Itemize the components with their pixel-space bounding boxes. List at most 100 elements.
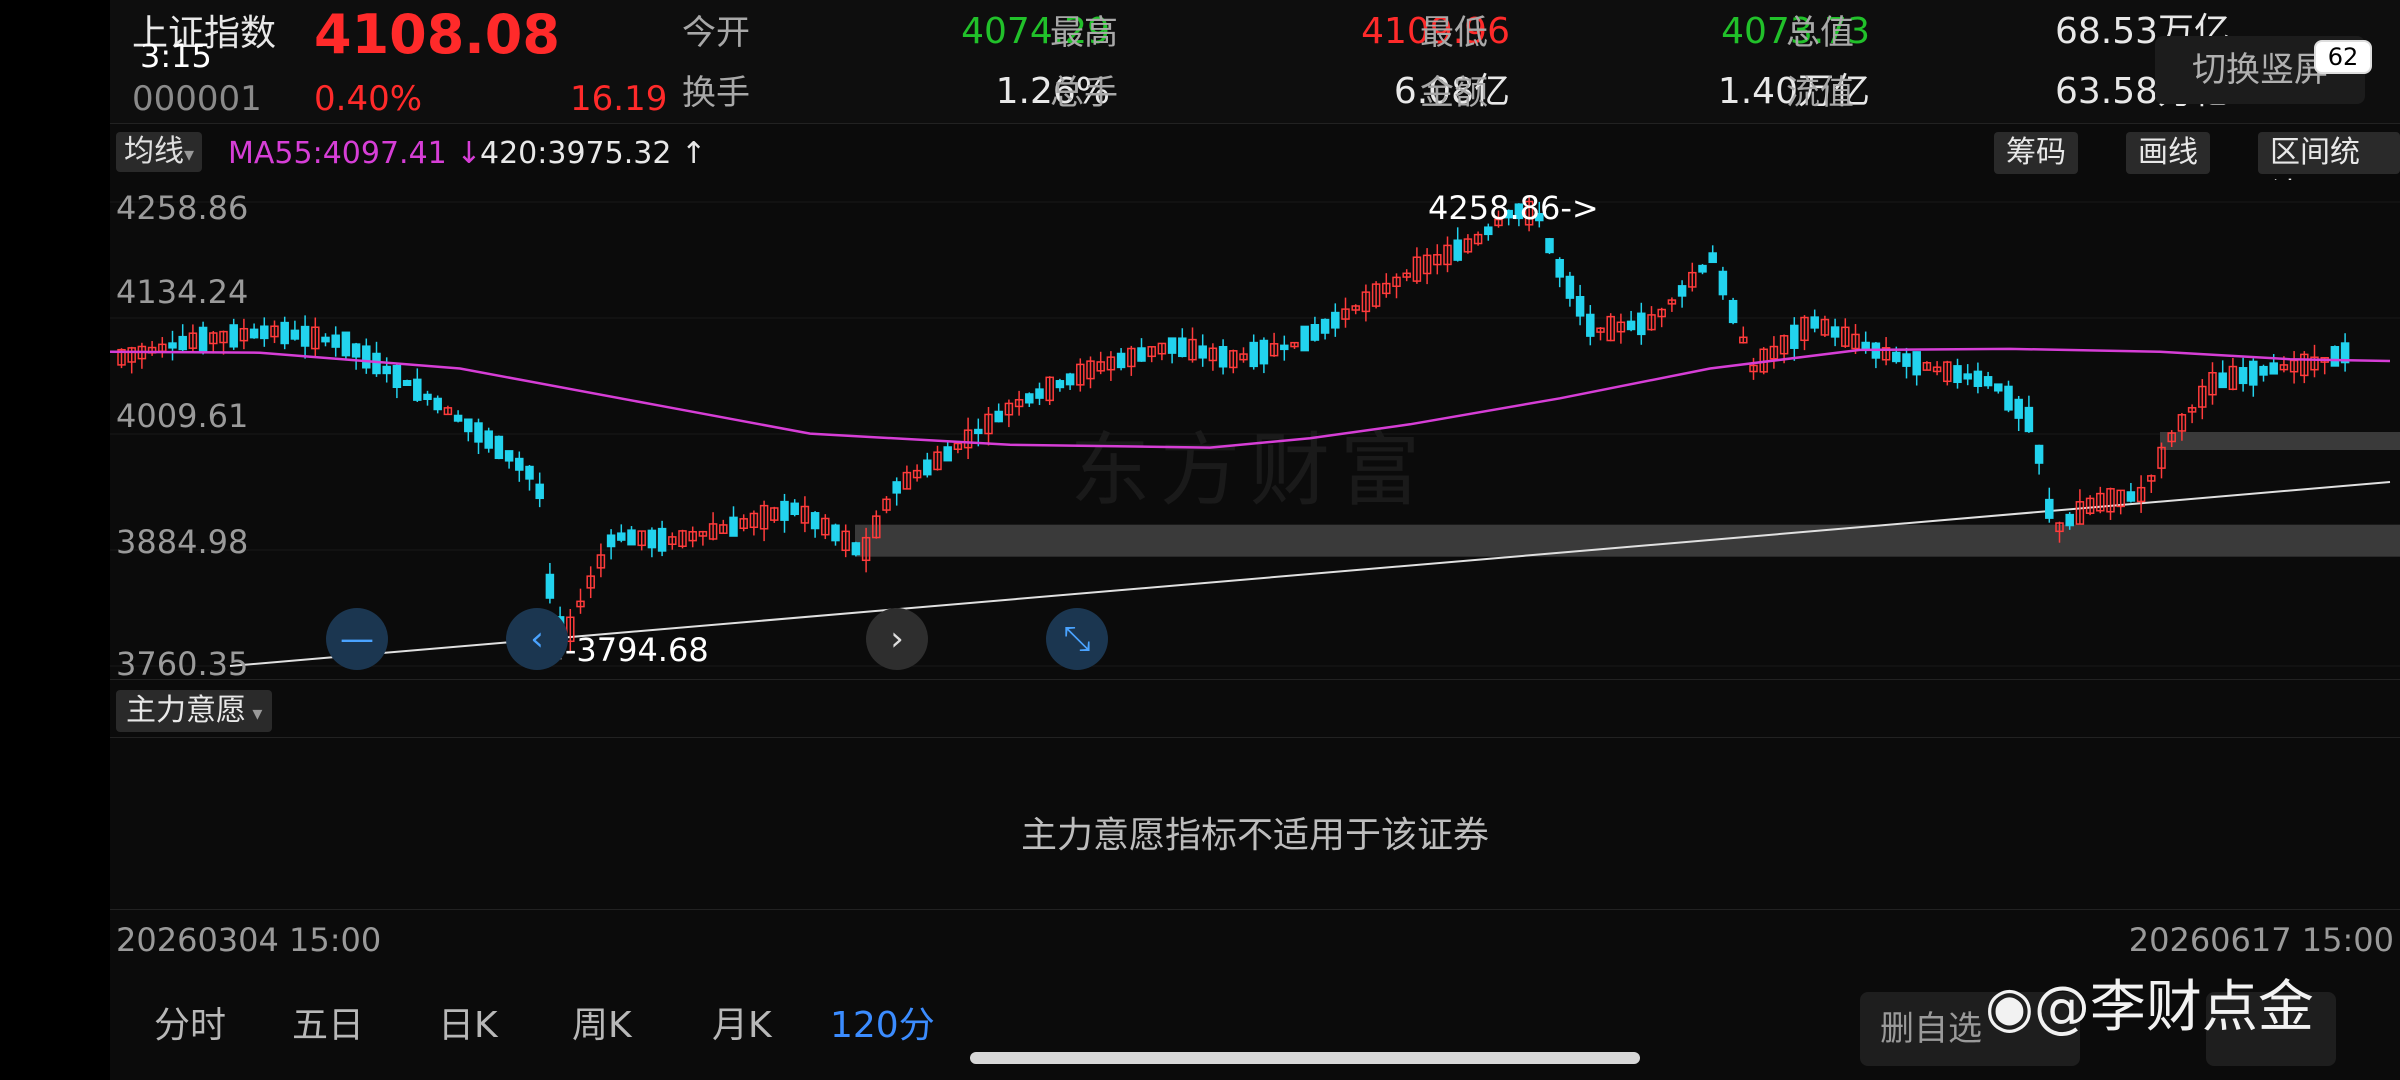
candle-down (1728, 299, 1738, 324)
y-tick-label: 4258.86 (116, 189, 249, 227)
quote-header: 上证指数 4108.08 000001 0.40% 16.19 今开 4074.… (110, 0, 2400, 124)
candle-down (1902, 353, 1911, 367)
candle-down (923, 459, 932, 476)
ma420-arrow-icon: ↑ (680, 136, 707, 171)
candle-down (2034, 444, 2044, 464)
candle-down (1953, 365, 1962, 384)
candle-down (1249, 341, 1258, 368)
candle-down (504, 450, 514, 462)
candle-down (1055, 380, 1065, 389)
candle-down (515, 457, 524, 471)
candle-down (974, 428, 983, 435)
candle-down (1300, 325, 1309, 352)
candle-down (280, 321, 289, 345)
candle-down (525, 465, 534, 480)
candle-down (1310, 324, 1320, 341)
app-root: 上证指数 4108.08 000001 0.40% 16.19 今开 4074.… (0, 0, 2400, 1080)
tab-intraday[interactable]: 分时 (154, 1008, 226, 1044)
candle-down (2218, 372, 2227, 389)
candle-down (1626, 320, 1636, 331)
candle-down (1218, 345, 1228, 368)
indicator-panel: 主力意愿指标不适用于该证券 (110, 738, 2400, 910)
candle-down (1698, 264, 1707, 273)
kline-chart[interactable]: 东方财富 4258.86 4134.24 4009.61 3884.98 376… (110, 180, 2400, 680)
candle-down (1555, 259, 1564, 278)
start-date: 20260304 15:00 (116, 921, 382, 959)
tab-daily[interactable]: 日K (438, 1008, 498, 1044)
candle-down (729, 516, 738, 537)
y-tick-label: 3760.35 (116, 645, 249, 683)
candle-down (790, 502, 799, 516)
candle-down (1280, 344, 1289, 351)
stock-change-percent: 0.40% (314, 79, 423, 119)
kline-screen: 上证指数 4108.08 000001 0.40% 16.19 今开 4074.… (110, 0, 2400, 1080)
candle-down (1035, 388, 1044, 399)
candle-down (1718, 270, 1728, 296)
tab-weekly[interactable]: 周K (572, 1008, 632, 1044)
range-stats-button[interactable]: 区间统计 (2258, 132, 2400, 212)
ma-selector[interactable]: 均线▾ (116, 132, 203, 172)
candle-down (433, 397, 442, 411)
candle-down (627, 529, 636, 546)
candle-down (2014, 398, 2023, 419)
ma-selector-label: 均线 (124, 134, 184, 169)
candle-down (249, 328, 259, 339)
candle-down (2004, 385, 2013, 411)
draw-line-button[interactable]: 画线 (2126, 132, 2210, 174)
candle-down (1790, 324, 1799, 349)
tab-five-day[interactable]: 五日 (292, 1008, 364, 1044)
candle-down (535, 483, 544, 500)
candle-down (1545, 238, 1554, 254)
high-annotation: 4258.86-> (1428, 189, 1599, 227)
float-cap-label: 流值 (1786, 73, 1854, 113)
candle-down (290, 329, 300, 340)
candle-down (1912, 351, 1921, 376)
candle-down (362, 345, 371, 369)
candle-down (1810, 316, 1819, 329)
candle-down (1453, 239, 1462, 261)
kline-svg[interactable] (110, 180, 2400, 680)
candle-down (780, 500, 789, 521)
weibo-user: @李财点金 (2033, 975, 2314, 1040)
candle-down (474, 422, 483, 443)
y-tick-label: 4134.24 (116, 273, 249, 311)
candle-down (2249, 360, 2258, 386)
candle-down (1167, 337, 1177, 354)
indicator-selector[interactable]: 主力意愿 ▾ (116, 690, 273, 732)
stock-price: 4108.08 (314, 3, 560, 66)
ma55-arrow-icon: ↓ (456, 136, 482, 171)
weibo-logo-icon: ◉ (1985, 975, 2034, 1040)
scroll-left-button[interactable]: ‹ (506, 608, 568, 670)
candle-down (382, 365, 391, 375)
volume-label: 总手 (1050, 73, 1118, 113)
candle-down (413, 378, 422, 401)
candle-down (1065, 373, 1075, 386)
candle-down (851, 542, 861, 556)
candle-down (1025, 393, 1034, 404)
candle-down (1586, 313, 1595, 337)
candle-down (2330, 346, 2340, 367)
scroll-right-button[interactable]: › (866, 608, 928, 670)
left-black-bezel (0, 0, 110, 1080)
chips-button[interactable]: 筹码 (1994, 132, 2078, 174)
candle-down (198, 326, 208, 353)
turnover-label: 换手 (682, 73, 750, 113)
candle-down (1983, 376, 1993, 387)
candle-down (1973, 370, 1983, 387)
candle-down (341, 331, 351, 357)
zoom-out-button[interactable]: — (326, 608, 388, 670)
ma55-text: MA55:4097.41 (228, 136, 447, 171)
ma-bar: 均线▾ MA55:4097.41 ↓ 420:3975.32 ↑ 筹码 画线 区… (110, 124, 2400, 212)
candle-down (168, 342, 177, 349)
tab-monthly[interactable]: 月K (712, 1008, 772, 1044)
candle-down (1963, 373, 1972, 380)
candle-down (831, 524, 840, 542)
tab-120min[interactable]: 120分 (830, 1008, 935, 1044)
home-indicator[interactable] (970, 1052, 1640, 1064)
candle-down (892, 481, 901, 494)
low-label: 最低 (1420, 13, 1488, 53)
weibo-watermark: ◉@李财点金 (1985, 980, 2314, 1036)
candle-down (300, 325, 310, 347)
collapse-button[interactable]: ⤡ (1046, 608, 1108, 670)
candle-down (464, 418, 473, 433)
